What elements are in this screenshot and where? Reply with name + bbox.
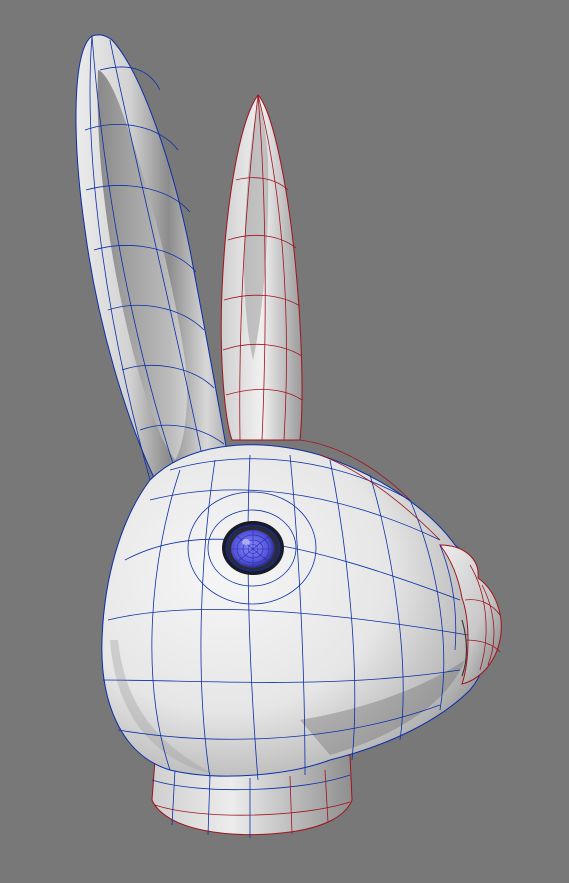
left-ear[interactable] <box>75 34 231 491</box>
head[interactable] <box>101 439 488 781</box>
3d-viewport[interactable] <box>0 0 569 883</box>
eye[interactable] <box>222 521 284 575</box>
viewport-canvas[interactable] <box>0 0 569 883</box>
right-ear[interactable] <box>220 94 303 441</box>
eye-highlight <box>242 539 250 545</box>
